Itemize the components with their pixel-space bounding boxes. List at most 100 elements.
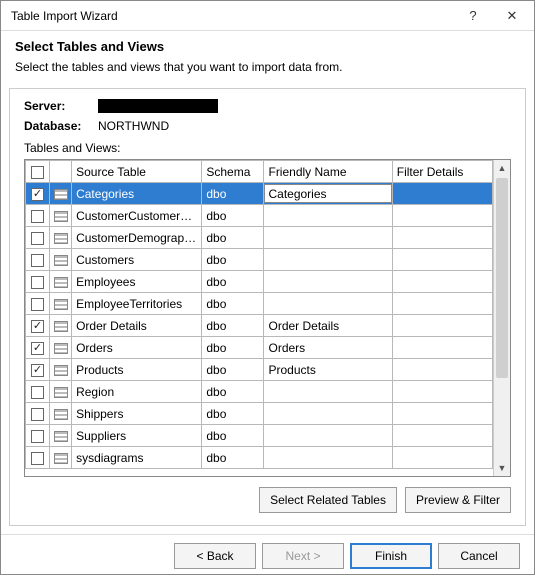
select-all-checkbox[interactable] xyxy=(31,166,44,179)
row-checkbox[interactable] xyxy=(31,452,44,465)
friendly-name-cell[interactable] xyxy=(264,271,392,293)
table-row[interactable]: OrdersdboOrders xyxy=(26,337,493,359)
source-table-cell[interactable]: Shippers xyxy=(72,403,202,425)
filter-details-cell[interactable] xyxy=(392,315,492,337)
row-checkbox[interactable] xyxy=(31,430,44,443)
table-row[interactable]: Regiondbo xyxy=(26,381,493,403)
friendly-name-cell[interactable] xyxy=(264,205,392,227)
header-source[interactable]: Source Table xyxy=(72,161,202,183)
row-checkbox-cell[interactable] xyxy=(26,271,50,293)
source-table-cell[interactable]: Categories xyxy=(72,183,202,205)
friendly-name-cell[interactable] xyxy=(264,403,392,425)
source-table-cell[interactable]: CustomerDemographics xyxy=(72,227,202,249)
row-checkbox[interactable] xyxy=(31,364,44,377)
friendly-name-cell[interactable] xyxy=(264,183,392,205)
row-checkbox[interactable] xyxy=(31,276,44,289)
vertical-scrollbar[interactable]: ▲ ▼ xyxy=(493,160,510,476)
table-row[interactable]: Customersdbo xyxy=(26,249,493,271)
friendly-name-cell[interactable] xyxy=(264,293,392,315)
source-table-cell[interactable]: Order Details xyxy=(72,315,202,337)
row-checkbox[interactable] xyxy=(31,210,44,223)
schema-cell[interactable]: dbo xyxy=(202,249,264,271)
schema-cell[interactable]: dbo xyxy=(202,403,264,425)
table-row[interactable]: ProductsdboProducts xyxy=(26,359,493,381)
friendly-name-cell[interactable] xyxy=(264,425,392,447)
schema-cell[interactable]: dbo xyxy=(202,183,264,205)
help-button[interactable]: ? xyxy=(456,1,490,31)
row-checkbox-cell[interactable] xyxy=(26,315,50,337)
header-filter[interactable]: Filter Details xyxy=(392,161,492,183)
row-checkbox-cell[interactable] xyxy=(26,293,50,315)
finish-button[interactable]: Finish xyxy=(350,543,432,569)
preview-and-filter-button[interactable]: Preview & Filter xyxy=(405,487,511,513)
table-row[interactable]: Employeesdbo xyxy=(26,271,493,293)
row-checkbox[interactable] xyxy=(31,254,44,267)
source-table-cell[interactable]: sysdiagrams xyxy=(72,447,202,469)
friendly-name-cell[interactable] xyxy=(264,227,392,249)
filter-details-cell[interactable] xyxy=(392,271,492,293)
schema-cell[interactable]: dbo xyxy=(202,293,264,315)
friendly-name-cell[interactable]: Products xyxy=(264,359,392,381)
back-button[interactable]: < Back xyxy=(174,543,256,569)
row-checkbox-cell[interactable] xyxy=(26,205,50,227)
table-row[interactable]: CustomerCustomerDemodbo xyxy=(26,205,493,227)
table-row[interactable]: EmployeeTerritoriesdbo xyxy=(26,293,493,315)
friendly-name-cell[interactable] xyxy=(264,447,392,469)
table-row[interactable]: Categoriesdbo xyxy=(26,183,493,205)
filter-details-cell[interactable] xyxy=(392,227,492,249)
filter-details-cell[interactable] xyxy=(392,403,492,425)
row-checkbox-cell[interactable] xyxy=(26,183,50,205)
row-checkbox-cell[interactable] xyxy=(26,337,50,359)
scroll-thumb[interactable] xyxy=(496,178,508,378)
source-table-cell[interactable]: Orders xyxy=(72,337,202,359)
close-button[interactable]: ✕ xyxy=(490,1,534,31)
row-checkbox-cell[interactable] xyxy=(26,447,50,469)
friendly-name-input[interactable] xyxy=(264,184,391,203)
schema-cell[interactable]: dbo xyxy=(202,271,264,293)
filter-details-cell[interactable] xyxy=(392,359,492,381)
row-checkbox[interactable] xyxy=(31,408,44,421)
row-checkbox[interactable] xyxy=(31,342,44,355)
row-checkbox[interactable] xyxy=(31,232,44,245)
select-related-tables-button[interactable]: Select Related Tables xyxy=(259,487,397,513)
schema-cell[interactable]: dbo xyxy=(202,381,264,403)
schema-cell[interactable]: dbo xyxy=(202,359,264,381)
schema-cell[interactable]: dbo xyxy=(202,447,264,469)
filter-details-cell[interactable] xyxy=(392,293,492,315)
source-table-cell[interactable]: Employees xyxy=(72,271,202,293)
filter-details-cell[interactable] xyxy=(392,381,492,403)
schema-cell[interactable]: dbo xyxy=(202,205,264,227)
row-checkbox[interactable] xyxy=(31,188,44,201)
table-row[interactable]: CustomerDemographicsdbo xyxy=(26,227,493,249)
source-table-cell[interactable]: Suppliers xyxy=(72,425,202,447)
row-checkbox-cell[interactable] xyxy=(26,403,50,425)
schema-cell[interactable]: dbo xyxy=(202,425,264,447)
source-table-cell[interactable]: CustomerCustomerDemo xyxy=(72,205,202,227)
header-schema[interactable]: Schema xyxy=(202,161,264,183)
friendly-name-cell[interactable]: Orders xyxy=(264,337,392,359)
table-row[interactable]: sysdiagramsdbo xyxy=(26,447,493,469)
scroll-down-arrow[interactable]: ▼ xyxy=(494,460,510,476)
filter-details-cell[interactable] xyxy=(392,249,492,271)
row-checkbox[interactable] xyxy=(31,320,44,333)
header-friendly[interactable]: Friendly Name xyxy=(264,161,392,183)
filter-details-cell[interactable] xyxy=(392,337,492,359)
row-checkbox[interactable] xyxy=(31,386,44,399)
filter-details-cell[interactable] xyxy=(392,183,492,205)
row-checkbox-cell[interactable] xyxy=(26,227,50,249)
table-row[interactable]: Suppliersdbo xyxy=(26,425,493,447)
friendly-name-cell[interactable] xyxy=(264,249,392,271)
scroll-up-arrow[interactable]: ▲ xyxy=(494,160,510,176)
table-row[interactable]: Shippersdbo xyxy=(26,403,493,425)
cancel-button[interactable]: Cancel xyxy=(438,543,520,569)
source-table-cell[interactable]: EmployeeTerritories xyxy=(72,293,202,315)
schema-cell[interactable]: dbo xyxy=(202,315,264,337)
row-checkbox-cell[interactable] xyxy=(26,425,50,447)
source-table-cell[interactable]: Customers xyxy=(72,249,202,271)
filter-details-cell[interactable] xyxy=(392,205,492,227)
friendly-name-cell[interactable] xyxy=(264,381,392,403)
friendly-name-cell[interactable]: Order Details xyxy=(264,315,392,337)
filter-details-cell[interactable] xyxy=(392,447,492,469)
row-checkbox-cell[interactable] xyxy=(26,381,50,403)
source-table-cell[interactable]: Products xyxy=(72,359,202,381)
